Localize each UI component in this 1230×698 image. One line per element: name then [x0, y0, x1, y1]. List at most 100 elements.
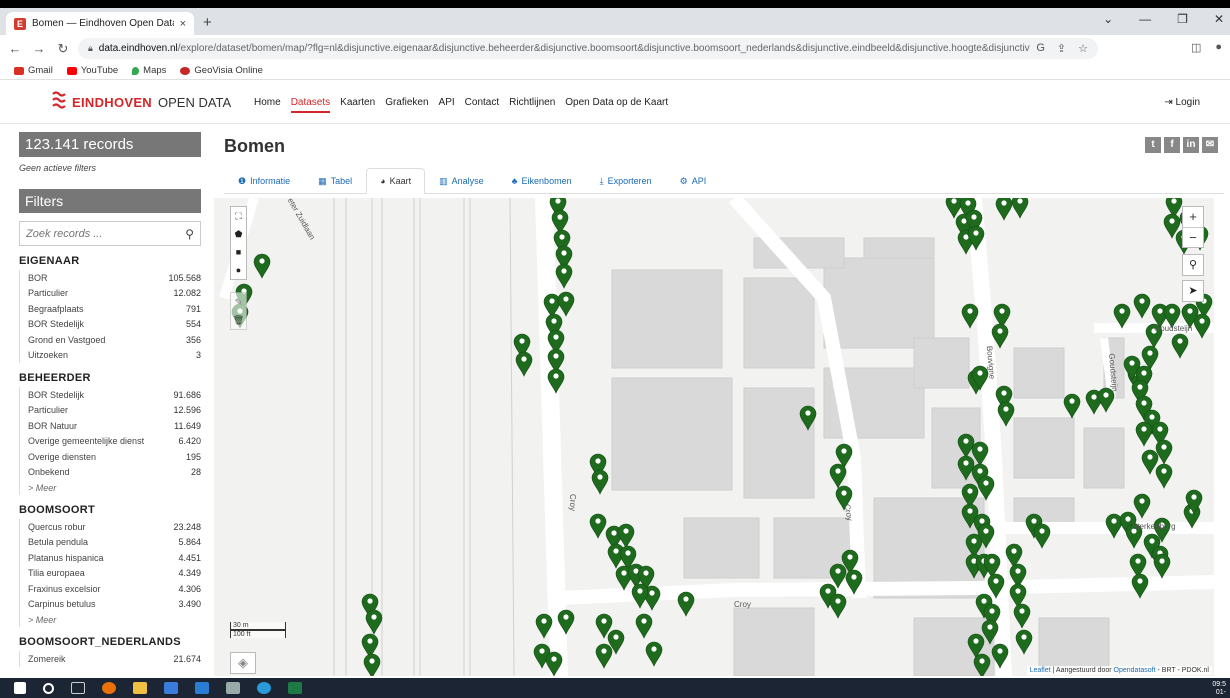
tree-marker-icon[interactable] [1105, 513, 1123, 539]
tree-marker-icon[interactable] [1033, 523, 1051, 549]
tree-marker-icon[interactable] [1135, 421, 1153, 447]
facet-item[interactable]: Carpinus betulus 3.490 [28, 597, 201, 613]
tree-marker-icon[interactable] [1153, 553, 1171, 579]
delete-icon[interactable]: 🗑︎ [233, 311, 244, 329]
tree-marker-icon[interactable] [617, 523, 635, 549]
tab-search-icon[interactable]: ⌄ [1103, 12, 1113, 26]
lock-icon[interactable]: 🔒︎ [88, 43, 93, 54]
tree-marker-icon[interactable] [557, 291, 575, 317]
draw-circle-icon[interactable]: ● [236, 261, 241, 279]
facet-item[interactable]: BOR 105.568 [28, 270, 201, 286]
minimize-icon[interactable]: — [1139, 12, 1151, 26]
facet-item[interactable]: Onbekend 28 [28, 465, 201, 481]
nav-richtlijnen[interactable]: Richtlijnen [509, 97, 555, 113]
restore-icon[interactable]: ❐ [1177, 12, 1188, 26]
tree-marker-icon[interactable] [829, 593, 847, 619]
locate-icon[interactable]: ➤ [1182, 280, 1204, 302]
tree-marker-icon[interactable] [995, 198, 1013, 221]
leaflet-link[interactable]: Leaflet [1030, 667, 1051, 674]
facet-item[interactable]: Overige diensten 195 [28, 449, 201, 465]
facet-item[interactable]: Overige gemeentelijke dienst 6.420 [28, 434, 201, 450]
search-icon[interactable]: ⚲ [185, 227, 194, 241]
nav-home[interactable]: Home [254, 97, 281, 113]
google-icon[interactable]: G [1036, 42, 1045, 55]
tree-marker-icon[interactable] [1011, 198, 1029, 219]
tab-api[interactable]: ⚙ API [666, 168, 721, 194]
tree-marker-icon[interactable] [677, 591, 695, 617]
tab-close-icon[interactable]: × [180, 18, 186, 30]
tree-marker-icon[interactable] [363, 653, 381, 676]
search-records-input[interactable] [26, 227, 186, 240]
sidepanel-icon[interactable]: ◫ [1191, 41, 1201, 54]
store-icon[interactable] [164, 682, 178, 694]
paint-icon[interactable] [226, 682, 240, 694]
profile-icon[interactable]: ● [1215, 41, 1222, 54]
edge-icon[interactable] [257, 682, 271, 694]
task-view-icon[interactable] [71, 682, 85, 694]
tree-marker-icon[interactable] [591, 469, 609, 495]
tree-marker-icon[interactable] [635, 613, 653, 639]
tree-marker-icon[interactable] [645, 641, 663, 667]
tree-marker-icon[interactable] [961, 303, 979, 329]
fullscreen-icon[interactable]: ⛶ [235, 207, 241, 225]
draw-polygon-icon[interactable]: ⬟ [235, 225, 243, 243]
tab-tabel[interactable]: ▦ Tabel [304, 168, 366, 194]
tree-marker-icon[interactable] [515, 351, 533, 377]
tree-map[interactable]: Peter Zuidlaan Croy Croy Croy Bouvigne G… [214, 198, 1214, 676]
facet-item[interactable]: Particulier 12.082 [28, 286, 201, 302]
facebook-icon[interactable]: f [1164, 137, 1180, 153]
tab-exporteren[interactable]: ⤓ Exporteren [586, 168, 666, 194]
bookmark-maps[interactable]: Maps [132, 65, 166, 76]
url-text[interactable]: data.eindhoven.nl/explore/dataset/bomen/… [99, 43, 1031, 54]
facet-item[interactable]: Tilia europaea 4.349 [28, 566, 201, 582]
tree-marker-icon[interactable] [1141, 449, 1159, 475]
url-omnibox[interactable]: 🔒︎ data.eindhoven.nl/explore/dataset/bom… [78, 38, 1098, 59]
tab-kaart[interactable]: ◕ Kaart [366, 168, 426, 194]
facet-item[interactable]: BOR Natuur 11.649 [28, 418, 201, 434]
facet-item[interactable]: Fraxinus excelsior 4.306 [28, 581, 201, 597]
facet-item[interactable]: Zomereik 21.674 [28, 651, 201, 667]
tab-analyse[interactable]: ▥ Analyse [425, 168, 498, 194]
facet-item[interactable]: Begraafplaats 791 [28, 301, 201, 317]
facet-item[interactable]: Quercus robur 23.248 [28, 519, 201, 535]
search-icon[interactable] [43, 682, 54, 694]
edit-icon[interactable]: ✎ [235, 293, 243, 311]
tree-marker-icon[interactable] [1015, 629, 1033, 655]
twitter-icon[interactable]: t [1145, 137, 1161, 153]
star-icon[interactable]: ☆ [1078, 42, 1088, 55]
tree-marker-icon[interactable] [1171, 333, 1189, 359]
facet-item[interactable]: Platanus hispanica 4.451 [28, 550, 201, 566]
facet-item[interactable]: Betula pendula 5.864 [28, 535, 201, 551]
tab-eikenbomen[interactable]: ♣ Eikenbomen [498, 168, 586, 194]
nav-kaarten[interactable]: Kaarten [340, 97, 375, 113]
tree-marker-icon[interactable] [829, 463, 847, 489]
zoom-out-button[interactable]: − [1183, 227, 1203, 247]
tree-marker-icon[interactable] [595, 643, 613, 669]
back-icon[interactable]: ← [8, 41, 22, 56]
file-explorer-icon[interactable] [133, 682, 147, 694]
chrome-icon[interactable] [102, 682, 116, 694]
bookmark-youtube[interactable]: YouTube [66, 65, 118, 76]
nav-datasets[interactable]: Datasets [290, 97, 331, 113]
layers-icon[interactable]: ◈ [230, 652, 256, 674]
tree-marker-icon[interactable] [1131, 573, 1149, 599]
nav-open-data-kaart[interactable]: Open Data op de Kaart [565, 97, 668, 113]
tree-marker-icon[interactable] [1133, 493, 1151, 519]
close-window-icon[interactable]: ✕ [1214, 12, 1224, 26]
tree-marker-icon[interactable] [1155, 439, 1173, 465]
start-icon[interactable] [14, 682, 26, 694]
facet-item[interactable]: Grond en Vastgoed 356 [28, 332, 201, 348]
facet-more-link[interactable]: > Meer [28, 480, 201, 495]
zoom-in-button[interactable]: + [1183, 207, 1203, 227]
tree-marker-icon[interactable] [555, 263, 573, 289]
outlook-icon[interactable] [195, 682, 209, 694]
opendatasoft-link[interactable]: Opendatasoft [1114, 667, 1156, 674]
facet-item[interactable]: BOR Stedelijk 91.686 [28, 387, 201, 403]
reload-icon[interactable]: ↻ [56, 41, 70, 57]
tab-informatie[interactable]: ❶ Informatie [224, 168, 304, 194]
facet-more-link[interactable]: > Meer [28, 612, 201, 627]
new-tab-button[interactable]: + [203, 14, 212, 31]
nav-contact[interactable]: Contact [465, 97, 499, 113]
bookmark-geovisia[interactable]: GeoVisia Online [180, 65, 263, 76]
share-icon[interactable]: ⇪ [1057, 42, 1066, 55]
